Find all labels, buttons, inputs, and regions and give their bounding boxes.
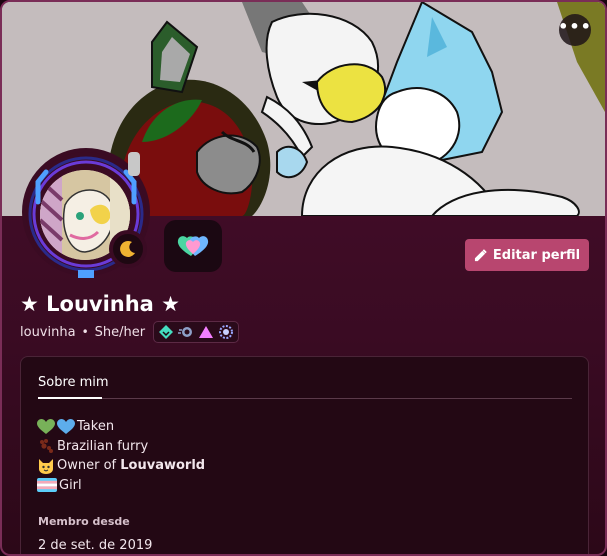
username[interactable]: louvinha — [20, 325, 76, 340]
more-options-button[interactable]: ••• — [558, 14, 592, 46]
bio-text: Taken — [77, 419, 115, 435]
pronouns: She/her — [94, 324, 146, 340]
blue-heart-icon — [57, 418, 75, 435]
badge-list — [153, 321, 240, 343]
green-heart-icon — [37, 418, 55, 435]
paw-prints-icon — [37, 438, 55, 454]
profile-popout: ••• Editar perfil ★ Louvinha ★ louvinha … — [0, 0, 607, 556]
tab-divider — [38, 398, 572, 399]
bio-line: Brazilian furry — [37, 437, 205, 457]
display-name: ★ Louvinha ★ — [20, 292, 180, 316]
separator-dot: • — [81, 325, 89, 339]
bio: Taken Brazilian furry Owner of Louvaworl… — [37, 417, 205, 495]
username-row: louvinha • She/her — [20, 321, 240, 343]
hypesquad-balance-icon[interactable] — [158, 324, 174, 340]
member-since-label: Membro desde — [38, 515, 130, 528]
bio-line: Taken — [37, 417, 205, 437]
profile-effect-heart-icon[interactable] — [164, 220, 222, 272]
member-since-date: 2 de set. de 2019 — [38, 538, 153, 553]
quest-badge-icon[interactable] — [218, 324, 234, 340]
bio-text: Girl — [59, 477, 82, 493]
tab-about-me[interactable]: Sobre mim — [38, 375, 109, 390]
pencil-icon — [474, 248, 487, 261]
tab-active-indicator — [38, 397, 102, 399]
bio-text: Owner of — [57, 458, 121, 474]
more-options-icon: ••• — [558, 17, 592, 36]
bio-line: Owner of Louvaworld — [37, 456, 205, 476]
edit-profile-label: Editar perfil — [492, 247, 581, 263]
bio-line: Girl — [37, 476, 205, 496]
edit-profile-button[interactable]: Editar perfil — [465, 239, 589, 271]
transgender-flag-icon — [37, 478, 57, 493]
bio-text: Brazilian furry — [57, 438, 149, 454]
nitro-rocket-icon[interactable] — [178, 324, 194, 340]
avatar-container[interactable] — [16, 142, 166, 282]
bio-text-bold: Louvaworld — [120, 458, 206, 474]
triangle-badge-icon[interactable] — [198, 324, 214, 340]
status-idle-moon-icon — [109, 230, 147, 268]
about-me-card: Sobre mim Taken Brazilian furry Owner of… — [20, 356, 589, 554]
cat-face-icon — [37, 457, 55, 475]
